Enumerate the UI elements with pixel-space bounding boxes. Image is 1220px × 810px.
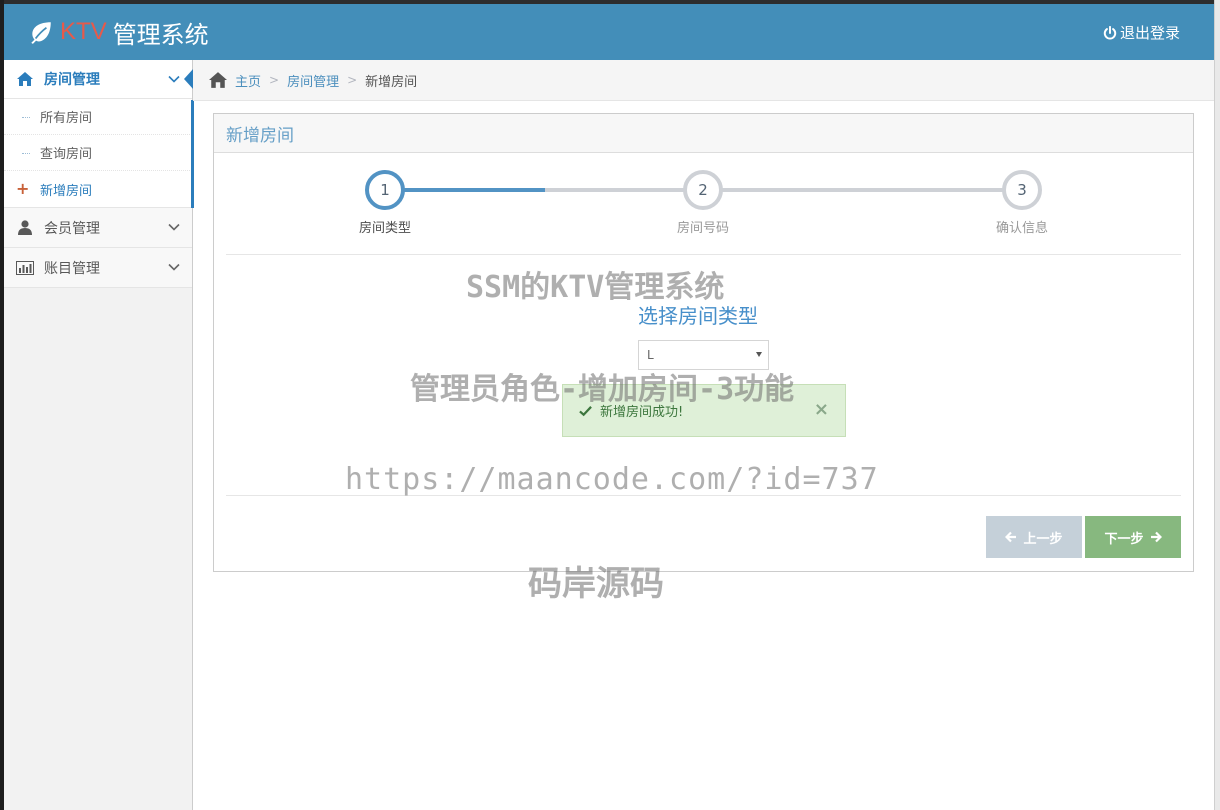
user-icon — [16, 220, 34, 236]
add-room-panel: 新增房间 1 房间类型 2 房间号码 3 确认信息 选择房间类型 L 新增房间成… — [213, 113, 1194, 572]
sidebar-subitem-all-rooms[interactable]: 所有房间 — [4, 99, 192, 135]
step-track-pending — [545, 188, 1022, 192]
sidebar-item-label: 会员管理 — [44, 220, 100, 237]
step-2-dot[interactable]: 2 — [683, 170, 723, 210]
chevron-down-icon — [168, 75, 180, 83]
sidebar-item-label: 账目管理 — [44, 260, 100, 277]
form-title: 选择房间类型 — [638, 304, 758, 328]
chevron-down-icon — [168, 223, 180, 231]
top-navbar: KTV 管理系统 退出登录 — [4, 4, 1214, 60]
sidebar-item-room-mgmt[interactable]: 房间管理 — [4, 60, 194, 99]
breadcrumb: 主页 > 房间管理 > 新增房间 — [193, 60, 1214, 101]
sidebar-item-member-mgmt[interactable]: 会员管理 — [4, 208, 192, 248]
divider — [226, 254, 1181, 255]
arrow-left-icon — [1005, 531, 1017, 543]
step-1-dot[interactable]: 1 — [365, 170, 405, 210]
power-icon — [1103, 25, 1117, 40]
breadcrumb-home-link[interactable]: 主页 — [235, 71, 261, 90]
step-2-label: 房间号码 — [676, 221, 729, 236]
breadcrumb-section-link[interactable]: 房间管理 — [287, 71, 339, 90]
plus-icon: + — [16, 179, 30, 198]
logout-button[interactable]: 退出登录 — [1103, 22, 1180, 43]
step-3-dot[interactable]: 3 — [1002, 170, 1042, 210]
chevron-down-icon — [168, 263, 180, 271]
home-icon — [209, 72, 227, 88]
active-indicator — [191, 100, 194, 208]
sidebar-item-bill-mgmt[interactable]: 账目管理 — [4, 248, 192, 288]
step-number: 2 — [698, 181, 708, 199]
prev-step-button[interactable]: 上一步 — [986, 516, 1082, 558]
wizard-steps: 1 房间类型 2 房间号码 3 确认信息 — [214, 153, 1193, 255]
window-scrollbar[interactable] — [1214, 0, 1220, 810]
step-number: 3 — [1017, 181, 1027, 199]
home-icon — [16, 71, 34, 87]
sidebar-item-label: 房间管理 — [44, 72, 100, 88]
caret-down-icon — [756, 352, 762, 357]
divider — [226, 495, 1181, 496]
breadcrumb-separator: > — [269, 73, 280, 87]
breadcrumb-separator: > — [347, 73, 358, 87]
check-icon — [579, 405, 592, 416]
room-type-value: L — [647, 348, 654, 362]
brand-title: 管理系统 — [112, 20, 209, 49]
step-3-label: 确认信息 — [995, 221, 1048, 236]
brand-logo[interactable]: KTV 管理系统 — [28, 14, 209, 50]
next-step-button[interactable]: 下一步 — [1085, 516, 1181, 558]
bar-chart-icon — [16, 260, 34, 276]
subitem-label: 新增房间 — [40, 183, 93, 199]
panel-title: 新增房间 — [214, 114, 1193, 153]
sidebar-subitem-query-room[interactable]: 查询房间 — [4, 135, 192, 171]
arrow-right-icon — [1150, 531, 1162, 543]
room-type-select[interactable]: L — [638, 340, 769, 370]
step-track-done — [385, 188, 545, 192]
brand-prefix: KTV — [60, 18, 107, 45]
subitem-label: 查询房间 — [40, 147, 93, 162]
logout-label: 退出登录 — [1119, 24, 1180, 42]
prev-step-label: 上一步 — [1023, 531, 1063, 547]
next-step-label: 下一步 — [1104, 531, 1144, 547]
alert-close-button[interactable]: × — [814, 399, 829, 420]
step-1-label: 房间类型 — [358, 221, 411, 236]
step-number: 1 — [380, 181, 390, 199]
success-alert: 新增房间成功! × — [562, 384, 846, 437]
breadcrumb-current: 新增房间 — [365, 74, 418, 90]
sidebar-subitem-add-room[interactable]: + 新增房间 — [4, 171, 192, 207]
alert-message: 新增房间成功! — [600, 405, 684, 420]
subitem-label: 所有房间 — [40, 111, 93, 126]
sidebar: 房间管理 所有房间 查询房间 + 新增房间 会员管理 账目管理 — [4, 60, 194, 810]
leaf-icon — [31, 22, 51, 44]
room-submenu: 所有房间 查询房间 + 新增房间 — [4, 99, 192, 208]
